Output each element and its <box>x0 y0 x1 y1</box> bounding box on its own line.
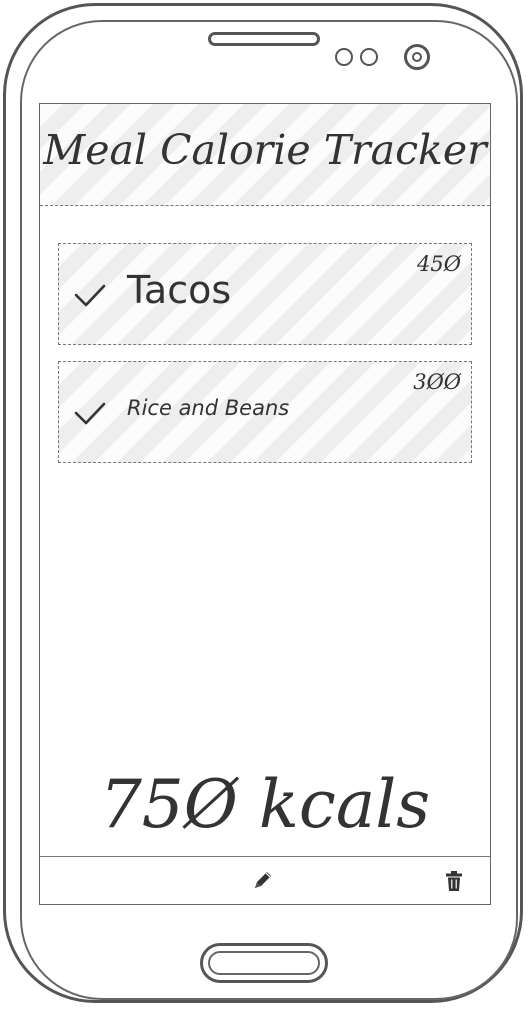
phone-mockup: Meal Calorie Tracker Tacos 45Ø Rice and … <box>0 0 530 1010</box>
bottom-toolbar <box>40 856 490 904</box>
title-bar: Meal Calorie Tracker <box>40 104 490 206</box>
trash-icon[interactable] <box>445 871 463 891</box>
check-icon[interactable] <box>73 396 107 430</box>
app-title: Meal Calorie Tracker <box>43 126 487 174</box>
proximity-sensor <box>335 48 353 66</box>
meal-calories: 3ØØ <box>413 370 461 394</box>
total-calories: 75Ø kcals <box>99 766 431 843</box>
meal-item-rice-and-beans[interactable]: Rice and Beans 3ØØ <box>58 361 472 463</box>
light-sensor <box>360 48 378 66</box>
earpiece-speaker <box>208 32 320 46</box>
app-screen: Meal Calorie Tracker Tacos 45Ø Rice and … <box>39 103 491 905</box>
meal-item-tacos[interactable]: Tacos 45Ø <box>58 243 472 345</box>
meal-calories: 45Ø <box>417 252 461 276</box>
meal-name: Tacos <box>127 268 232 312</box>
check-icon[interactable] <box>73 278 107 312</box>
front-camera-icon <box>404 44 430 70</box>
meal-name: Rice and Beans <box>127 396 290 420</box>
home-button[interactable] <box>200 943 328 983</box>
pencil-icon[interactable] <box>252 869 274 891</box>
